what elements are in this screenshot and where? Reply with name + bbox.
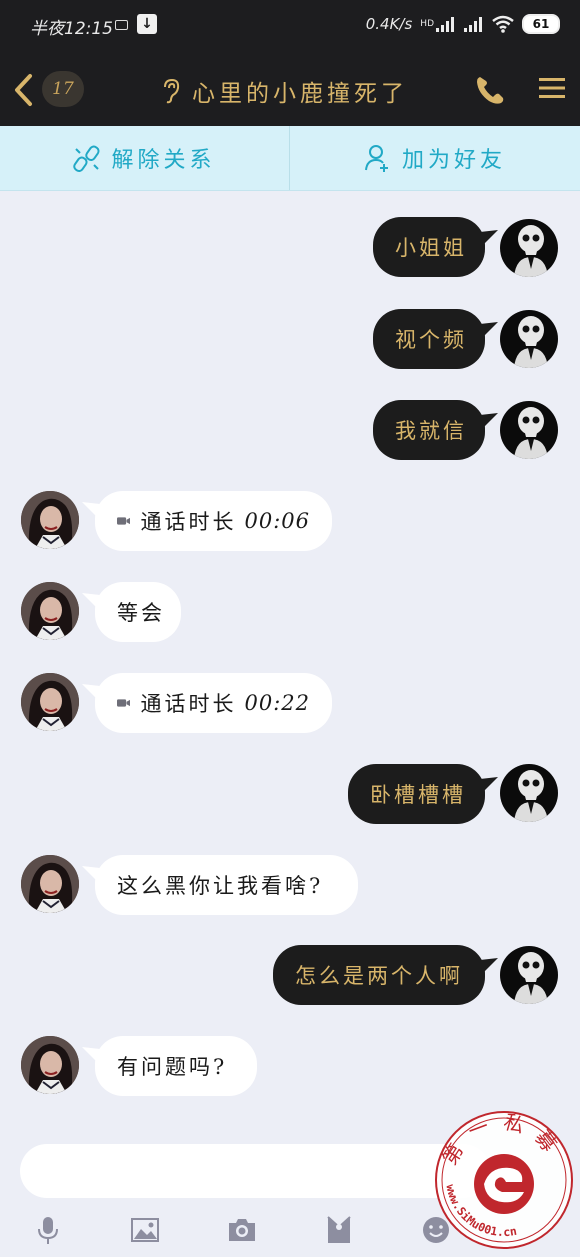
mic-icon[interactable] [32, 1214, 64, 1246]
call-label: 通话时长 [140, 692, 237, 716]
image-icon[interactable] [129, 1214, 161, 1246]
girl-portrait-icon [21, 491, 79, 549]
skull-portrait-icon [514, 225, 548, 277]
avatar[interactable] [500, 310, 558, 368]
message-bubble[interactable]: 小姐姐 [373, 217, 485, 277]
menu-icon[interactable] [538, 76, 566, 100]
back-arrow-icon[interactable] [10, 72, 40, 108]
avatar[interactable] [500, 401, 558, 459]
message-bubble[interactable]: 我就信 [373, 400, 485, 460]
add-friend-label: 加为好友 [401, 148, 506, 173]
avatar[interactable] [500, 946, 558, 1004]
call-duration-bubble[interactable]: 通话时长 00:22 [95, 673, 332, 733]
unlink-icon [73, 145, 101, 173]
message-input[interactable] [20, 1144, 490, 1198]
avatar[interactable] [21, 582, 79, 640]
skull-portrait-icon [514, 407, 548, 459]
message-bubble[interactable]: 怎么是两个人啊 [273, 945, 485, 1005]
battery-indicator: 61 [522, 14, 560, 34]
red-packet-icon[interactable] [323, 1214, 355, 1246]
avatar[interactable] [500, 219, 558, 277]
call-duration-bubble[interactable]: 通话时长 00:06 [95, 491, 332, 551]
avatar[interactable] [21, 491, 79, 549]
add-friend-button[interactable]: 加为好友 [290, 126, 580, 190]
status-bar: 半夜12:15 ↓ 0.4K/s HD 61 [0, 0, 580, 52]
message-text: 小姐姐 [395, 236, 467, 260]
girl-portrait-icon [21, 673, 79, 731]
page-title: 心里的小鹿撞死了 [192, 81, 408, 107]
girl-portrait-icon [21, 855, 79, 913]
girl-portrait-icon [21, 1036, 79, 1094]
call-label: 通话时长 [140, 510, 237, 534]
ear-icon [164, 78, 180, 104]
download-icon: ↓ [137, 14, 157, 34]
bubble-tail [480, 413, 498, 429]
message-notification-icon [115, 20, 128, 30]
signal-icon [436, 17, 454, 32]
message-text: 卧槽槽槽 [370, 783, 466, 807]
status-time: 半夜12:15 [30, 19, 113, 39]
network-tag: HD [420, 19, 434, 29]
video-camera-icon [117, 517, 131, 525]
girl-portrait-icon [21, 582, 79, 640]
message-bubble[interactable]: 这么黑你让我看啥? [95, 855, 358, 915]
message-text: 视个频 [395, 328, 467, 352]
message-text: 等会 [117, 601, 165, 625]
message-bubble[interactable]: 卧槽槽槽 [348, 764, 485, 824]
unread-count-badge[interactable]: 17 [42, 71, 84, 107]
skull-portrait-icon [514, 952, 548, 1004]
unbind-relationship-button[interactable]: 解除关系 [0, 126, 289, 190]
message-text: 这么黑你让我看啥? [117, 874, 324, 898]
relationship-action-bar: 解除关系 加为好友 [0, 126, 580, 191]
message-bubble[interactable]: 视个频 [373, 309, 485, 369]
avatar[interactable] [21, 673, 79, 731]
bubble-tail [480, 958, 498, 974]
bubble-tail [480, 777, 498, 793]
message-text: 我就信 [395, 419, 467, 443]
signal-icon [464, 17, 482, 32]
watermark-logo: 第一私募 www.SiMu001.cn [432, 1108, 576, 1252]
camera-icon[interactable] [226, 1214, 258, 1246]
network-speed: 0.4K/s [365, 15, 413, 33]
skull-portrait-icon [514, 770, 548, 822]
message-text: 怎么是两个人啊 [295, 964, 463, 988]
video-camera-icon [117, 699, 131, 707]
phone-icon[interactable] [474, 74, 508, 106]
add-user-icon [364, 145, 388, 172]
chat-header: 17 心里的小鹿撞死了 [0, 52, 580, 126]
message-text: 有问题吗? [117, 1055, 228, 1079]
call-duration: 00:06 [244, 509, 310, 533]
bubble-tail [480, 230, 498, 246]
message-bubble[interactable]: 有问题吗? [95, 1036, 257, 1096]
bubble-tail [480, 322, 498, 338]
wifi-icon [492, 15, 514, 33]
call-duration: 00:22 [244, 691, 310, 715]
avatar[interactable] [21, 855, 79, 913]
chat-title-group: 心里的小鹿撞死了 [160, 74, 408, 108]
avatar[interactable] [500, 764, 558, 822]
unbind-label: 解除关系 [111, 148, 216, 173]
message-bubble[interactable]: 等会 [95, 582, 181, 642]
avatar[interactable] [21, 1036, 79, 1094]
watermark-seal-icon: 第一私募 www.SiMu001.cn [435, 1109, 573, 1249]
skull-portrait-icon [514, 316, 548, 368]
